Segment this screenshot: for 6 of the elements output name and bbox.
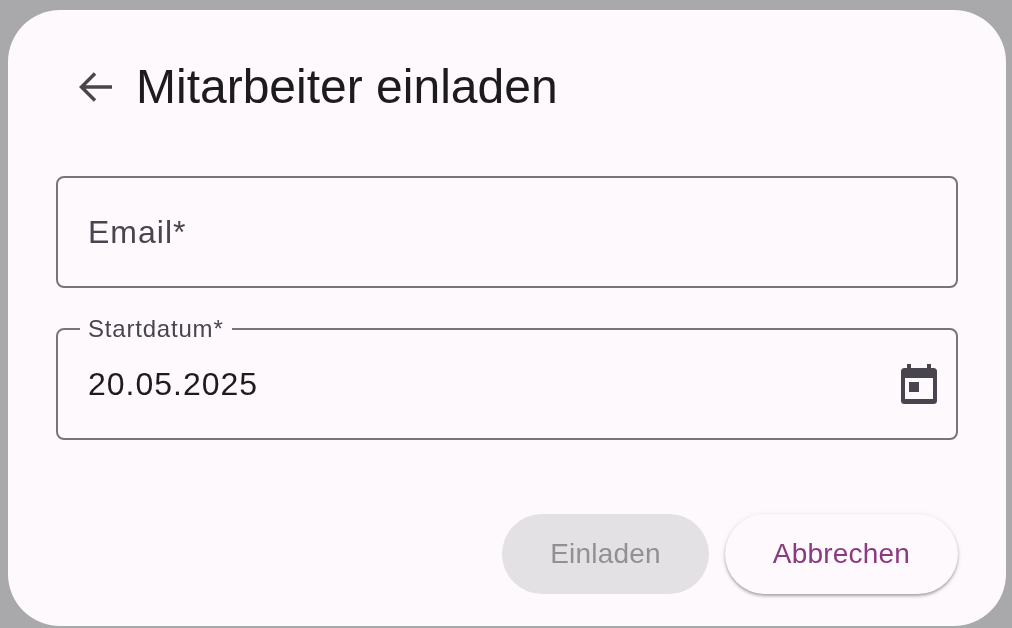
input-field[interactable] (56, 176, 958, 288)
field-label: Email* (88, 213, 187, 252)
dialog-title: Mitarbeiter einladen (136, 59, 558, 115)
cancel-button[interactable]: Abbrechen (724, 514, 958, 594)
calendar-icon[interactable] (901, 364, 937, 404)
back-arrow-icon (78, 72, 112, 102)
